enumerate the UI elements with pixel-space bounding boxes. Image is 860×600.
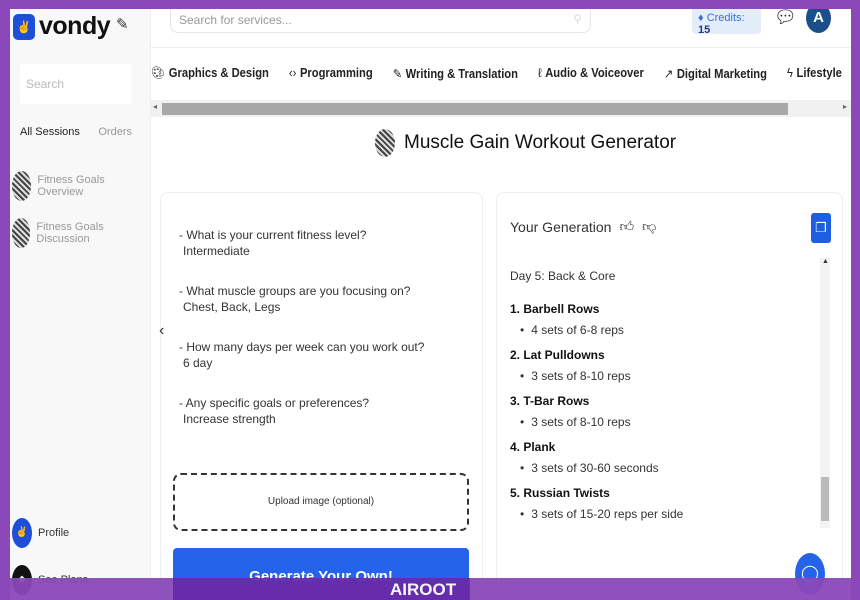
scroll-right-icon[interactable]: ▸ (843, 102, 847, 111)
logo-text: vondy (39, 12, 111, 40)
qa-item: - Any specific goals or preferences? Incr… (179, 395, 369, 427)
pen-icon: ✎ (392, 67, 403, 81)
copy-button[interactable]: ❐ (811, 213, 831, 243)
exercise-detail: 3 sets of 8-10 reps (520, 369, 810, 383)
category-label: Audio & Voiceover (545, 66, 644, 80)
profile-icon: ✌ (12, 518, 32, 548)
new-session-icon[interactable]: ✎ (116, 15, 129, 33)
category-label: Digital Marketing (676, 67, 767, 81)
trend-icon: ↗ (663, 67, 674, 81)
upload-image-dropzone[interactable]: Upload image (optional) (173, 473, 469, 531)
search-placeholder: Search for services... (179, 13, 292, 27)
bolt-icon: ϟ (787, 66, 793, 80)
tab-orders[interactable]: Orders (98, 126, 132, 138)
avatar[interactable]: A (806, 9, 831, 33)
service-search-input[interactable]: Search for services... ⚲ (170, 9, 591, 33)
logo[interactable]: ✌ vondy (13, 12, 111, 41)
input-card: - What is your current fitness level? Int… (160, 192, 483, 600)
session-label: Fitness Goals Discussion (36, 221, 104, 245)
session-item[interactable]: Fitness Goals Overview (12, 171, 150, 201)
search-icon[interactable]: ⚲ (573, 12, 582, 26)
app: ✌ vondy ✎ Search All Sessions Orders Fitne… (10, 9, 851, 600)
collapse-left-icon[interactable]: ‹ (159, 322, 164, 340)
exercise-title: 2. Lat Pulldowns (510, 348, 605, 362)
palette-icon: 🎨︎ (151, 66, 166, 80)
scroll-left-icon[interactable]: ◂ (153, 102, 157, 111)
output-title: Your Generation (510, 218, 612, 235)
question: - What muscle groups are you focusing on… (179, 284, 411, 298)
session-thumbnail (12, 218, 31, 248)
exercise-title: 1. Barbell Rows (510, 302, 600, 316)
category-lifestyle[interactable]: ϟ Lifestyle (787, 66, 842, 81)
qa-item: - What muscle groups are you focusing on… (179, 283, 410, 315)
output-scrollbar[interactable]: ▲ (820, 258, 830, 528)
exercise-detail: 4 sets of 6-8 reps (520, 323, 810, 337)
generator-icon (375, 129, 395, 157)
question: - How many days per week can you work ou… (179, 340, 425, 354)
chat-icon[interactable]: 💬︎ (774, 9, 797, 28)
category-programming[interactable]: ‹› Programming (289, 66, 373, 81)
exercise-detail: 3 sets of 30-60 seconds (520, 461, 810, 475)
category-label: Writing & Translation (405, 67, 518, 81)
generation-output: Day 5: Back & Core 1. Barbell Rows 4 sets… (510, 269, 810, 521)
profile-link[interactable]: ✌ Profile (12, 518, 69, 548)
code-icon: ‹› (288, 66, 297, 80)
scrollbar-thumb[interactable] (821, 477, 829, 521)
answer[interactable]: Increase strength (179, 411, 369, 427)
scroll-up-icon[interactable]: ▲ (822, 258, 829, 265)
watermark-banner: AIROOT (0, 578, 860, 600)
tab-all-sessions[interactable]: All Sessions (20, 126, 80, 138)
mic-icon: ℓ (538, 66, 542, 80)
category-label: Lifestyle (796, 66, 842, 80)
diamond-icon: ♦ (698, 12, 704, 24)
category-digital-marketing[interactable]: ↗ Digital Marketing (664, 66, 767, 81)
category-label: Graphics & Design (168, 66, 269, 80)
page-title-text: Muscle Gain Workout Generator (404, 132, 677, 153)
qa-item: - How many days per week can you work ou… (179, 339, 424, 371)
sidebar: ✌ vondy ✎ Search All Sessions Orders Fitne… (10, 9, 151, 600)
watermark-text: AIROOT (390, 580, 457, 599)
credits-value: 15 (698, 24, 711, 36)
category-nav: 🎨︎ Graphics & Design ‹› Programming ✎ Writi… (151, 66, 842, 81)
category-audio-voiceover[interactable]: ℓ Audio & Voiceover (538, 66, 644, 81)
qa-item: - What is your current fitness level? Int… (179, 227, 366, 259)
credits-badge[interactable]: ♦ Credits: 15 (692, 9, 761, 36)
scrollbar-thumb[interactable] (162, 103, 788, 115)
page-title: Muscle Gain Workout Generator (375, 129, 676, 157)
exercise-title: 4. Plank (510, 440, 556, 454)
exercise-title: 3. T-Bar Rows (510, 394, 590, 408)
profile-label: Profile (38, 527, 70, 539)
category-label: Programming (299, 66, 373, 80)
session-item[interactable]: Fitness Goals Discussion (12, 218, 150, 248)
session-search-input[interactable]: Search (20, 64, 131, 104)
category-graphics-design[interactable]: 🎨︎ Graphics & Design (151, 66, 269, 81)
horizontal-scrollbar[interactable]: ◂ ▸ (151, 100, 851, 117)
category-writing-translation[interactable]: ✎ Writing & Translation (393, 66, 518, 81)
question: - Any specific goals or preferences? (179, 396, 370, 410)
exercise-detail: 3 sets of 15-20 reps per side (520, 507, 810, 521)
exercise-title: 5. Russian Twists (510, 486, 610, 500)
output-card: Your Generation 👍︎ 👎︎ ❐ Day 5: Back & Core… (496, 192, 843, 600)
credits-label: Credits: (706, 12, 745, 24)
answer[interactable]: 6 day (179, 355, 424, 371)
divider (151, 47, 851, 48)
vondy-logo-icon: ✌ (13, 13, 35, 40)
question: - What is your current fitness level? (179, 228, 367, 242)
session-label: Fitness Goals Overview (37, 174, 105, 198)
exercise-detail: 3 sets of 8-10 reps (520, 415, 810, 429)
day-heading: Day 5: Back & Core (510, 269, 616, 283)
answer[interactable]: Intermediate (179, 243, 366, 259)
answer[interactable]: Chest, Back, Legs (179, 299, 410, 315)
thumbs-down-icon[interactable]: 👎︎ (642, 218, 656, 235)
session-thumbnail (12, 171, 32, 201)
thumbs-up-icon[interactable]: 👍︎ (619, 218, 634, 235)
